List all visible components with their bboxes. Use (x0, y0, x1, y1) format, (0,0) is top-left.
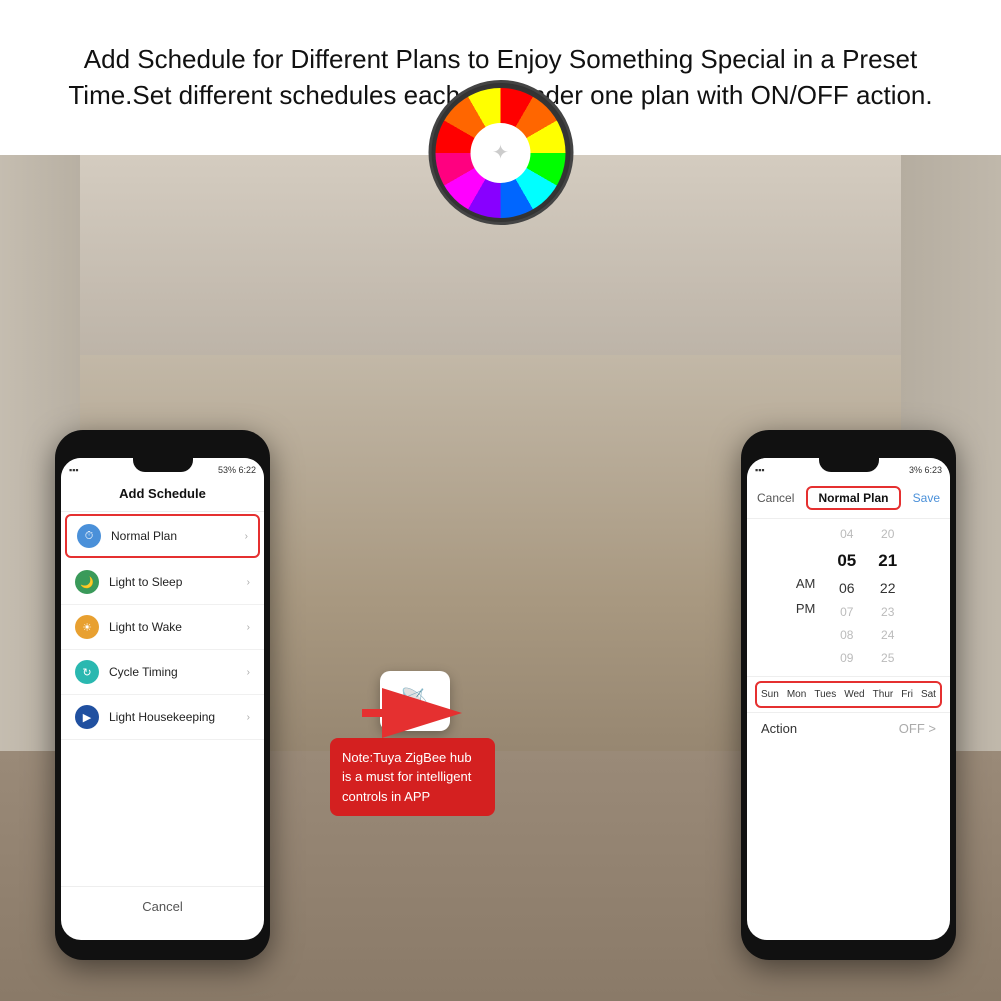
product-center: ✦ (471, 123, 531, 183)
day-fri[interactable]: Fri (898, 687, 916, 702)
right-signal-icon: ▪▪▪ (755, 465, 765, 475)
min-24[interactable]: 24 (873, 624, 902, 647)
normal-plan-label: Normal Plan (111, 529, 245, 543)
left-phone: ▪▪▪ 53% 6:22 Add Schedule ⏱ Normal Plan … (55, 430, 270, 960)
light-sleep-label: Light to Sleep (109, 575, 247, 589)
time-divider (747, 676, 950, 677)
light-housekeeping-label: Light Housekeeping (109, 710, 247, 724)
min-25[interactable]: 25 (873, 647, 902, 670)
day-tues[interactable]: Tues (811, 687, 839, 702)
left-battery: 53% 6:22 (218, 465, 256, 475)
days-row: Sun Mon Tues Wed Thur Fri Sat (755, 681, 942, 708)
action-label: Action (761, 721, 797, 736)
note-box: Note:Tuya ZigBee hub is a must for intel… (330, 738, 495, 817)
min-22[interactable]: 22 (872, 576, 904, 602)
min-23[interactable]: 23 (873, 601, 902, 624)
sun-icon: ☀ (75, 615, 99, 639)
hour-07[interactable]: 07 (832, 601, 861, 624)
star-icon: ✦ (492, 140, 509, 165)
hours-column: 04 05 06 07 08 09 (829, 523, 864, 670)
schedule-header: Add Schedule (61, 480, 264, 512)
left-phone-notch (133, 458, 193, 472)
right-cancel-button[interactable]: Cancel (757, 491, 794, 505)
schedule-list: ⏱ Normal Plan › 🌙 Light to Sleep › ☀ Lig… (61, 512, 264, 886)
led-product-circle: ✦ (428, 80, 573, 225)
chevron-right-icon: › (247, 622, 250, 633)
chevron-right-icon: › (245, 531, 248, 542)
right-phone: ▪▪▪ 3% 6:23 Cancel Normal Plan Save AM P… (741, 430, 956, 960)
right-phone-notch (819, 458, 879, 472)
schedule-item-light-wake[interactable]: ☀ Light to Wake › (61, 605, 264, 650)
right-battery: 3% 6:23 (909, 465, 942, 475)
right-phone-screen: ▪▪▪ 3% 6:23 Cancel Normal Plan Save AM P… (747, 458, 950, 940)
housekeeping-icon: ▶ (75, 705, 99, 729)
right-phone-header: Cancel Normal Plan Save (747, 480, 950, 519)
day-thur[interactable]: Thur (870, 687, 897, 702)
min-20[interactable]: 20 (873, 523, 902, 546)
cancel-button[interactable]: Cancel (61, 886, 264, 926)
action-row: Action OFF > (747, 712, 950, 744)
led-strip-coil: ✦ (436, 88, 566, 218)
action-value[interactable]: OFF > (899, 721, 936, 736)
chevron-right-icon: › (247, 712, 250, 723)
plan-title: Normal Plan (806, 486, 900, 510)
schedule-item-cycle-timing[interactable]: ↻ Cycle Timing › (61, 650, 264, 695)
arrow-right (362, 688, 482, 738)
chevron-right-icon: › (247, 577, 250, 588)
am-option[interactable]: AM (792, 571, 820, 596)
cycle-icon: ↻ (75, 660, 99, 684)
hour-06[interactable]: 06 (831, 576, 863, 602)
day-sat[interactable]: Sat (918, 687, 939, 702)
moon-icon: 🌙 (75, 570, 99, 594)
day-wed[interactable]: Wed (841, 687, 867, 702)
save-button[interactable]: Save (913, 491, 940, 505)
day-mon[interactable]: Mon (784, 687, 809, 702)
minutes-column: 20 21 22 23 24 25 (870, 523, 905, 670)
hour-08[interactable]: 08 (832, 624, 861, 647)
hour-05[interactable]: 05 (829, 546, 864, 576)
note-text: Note:Tuya ZigBee hub is a must for intel… (342, 750, 472, 804)
cycle-timing-label: Cycle Timing (109, 665, 247, 679)
left-phone-screen: ▪▪▪ 53% 6:22 Add Schedule ⏱ Normal Plan … (61, 458, 264, 940)
schedule-item-normal-plan[interactable]: ⏱ Normal Plan › (65, 514, 260, 558)
chevron-right-icon: › (247, 667, 250, 678)
time-picker: AM PM 04 05 06 07 08 09 20 21 22 23 24 2… (747, 519, 950, 674)
schedule-item-light-housekeeping[interactable]: ▶ Light Housekeeping › (61, 695, 264, 740)
left-signal-icon: ▪▪▪ (69, 465, 79, 475)
ampm-column: AM PM (792, 571, 820, 621)
schedule-item-light-sleep[interactable]: 🌙 Light to Sleep › (61, 560, 264, 605)
min-21[interactable]: 21 (870, 546, 905, 576)
hour-04[interactable]: 04 (832, 523, 861, 546)
clock-icon: ⏱ (77, 524, 101, 548)
pm-option[interactable]: PM (792, 596, 820, 621)
light-wake-label: Light to Wake (109, 620, 247, 634)
hour-09[interactable]: 09 (832, 647, 861, 670)
day-sun[interactable]: Sun (758, 687, 782, 702)
